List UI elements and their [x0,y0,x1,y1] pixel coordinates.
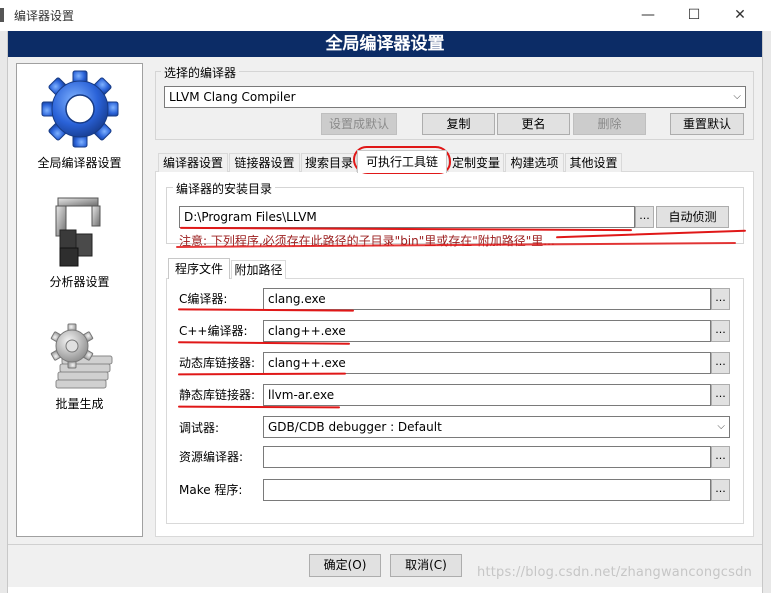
tab-custom-variables[interactable]: 定制变量 [448,153,504,172]
app-icon [0,8,4,22]
nav-label: 批量生成 [55,397,104,411]
rename-button[interactable]: 更名 [497,113,570,135]
delete-button[interactable]: 删除 [573,113,646,135]
dynamic-linker-browse-button[interactable]: ... [711,352,730,374]
background-window-edge-left [0,31,8,593]
dynamic-linker-label: 动态库链接器: [179,356,256,370]
tab-search-directories[interactable]: 搜索目录 [301,153,357,172]
minimize-button[interactable]: — [625,0,671,31]
debugger-dropdown-value: GDB/CDB debugger : Default [268,420,442,434]
debugger-label: 调试器: [179,421,220,435]
set-default-button[interactable]: 设置成默认 [321,113,397,135]
install-dir-group-title: 编译器的安装目录 [173,180,276,197]
nav-item-profiler[interactable]: 分析器设置 [17,190,142,290]
nav-label: 全局编译器设置 [37,156,122,170]
ok-button[interactable]: 确定(O) [309,554,381,577]
cpp-compiler-label: C++编译器: [179,324,248,338]
compiler-dropdown-value: LLVM Clang Compiler [169,90,296,104]
dynamic-linker-input[interactable]: clang++.exe [263,352,711,374]
dialog-header-title: 全局编译器设置 [8,31,762,57]
resource-compiler-input[interactable] [263,446,711,468]
window-title: 编译器设置 [14,9,75,23]
compiler-select-group-title: 选择的编译器 [161,64,240,81]
make-program-input[interactable] [263,479,711,501]
compiler-dropdown[interactable]: LLVM Clang Compiler ⌵ [164,86,746,108]
tab-other-settings[interactable]: 其他设置 [565,153,622,172]
maximize-button[interactable]: ☐ [671,0,717,31]
watermark: https://blog.csdn.net/zhangwancongcsdn [477,565,753,580]
footer-divider [8,544,762,545]
install-dir-input[interactable]: D:\Program Files\LLVM [179,206,635,228]
static-linker-input[interactable]: llvm-ar.exe [263,384,711,406]
nav-item-global-compiler[interactable]: 全局编译器设置 [17,67,142,171]
reset-defaults-button[interactable]: 重置默认 [670,113,744,135]
nav-item-batch-build[interactable]: 批量生成 [17,320,142,412]
window-titlebar[interactable]: 编译器设置 — ☐ ✕ [0,0,771,31]
install-dir-browse-button[interactable]: ... [635,206,654,228]
batch-build-gear-icon [50,323,112,389]
gear-icon [41,70,118,148]
static-linker-label: 静态库链接器: [179,388,256,402]
c-compiler-label: C编译器: [179,292,228,306]
static-linker-browse-button[interactable]: ... [711,384,730,406]
debugger-tools-icon [55,197,100,267]
make-program-label: Make 程序: [179,483,243,497]
tab-build-options[interactable]: 构建选项 [505,153,564,172]
cpp-compiler-input[interactable]: clang++.exe [263,320,711,342]
tab-toolchain-executables[interactable]: 可执行工具链 [357,150,447,173]
close-button[interactable]: ✕ [717,0,763,31]
auto-detect-button[interactable]: 自动侦测 [656,206,729,228]
background-window-edge-right [762,31,771,593]
tab-compiler-settings[interactable]: 编译器设置 [158,153,228,172]
resource-compiler-label: 资源编译器: [179,450,244,464]
debugger-dropdown[interactable]: GDB/CDB debugger : Default ⌵ [263,416,730,438]
copy-button[interactable]: 复制 [422,113,495,135]
cpp-compiler-browse-button[interactable]: ... [711,320,730,342]
nav-label: 分析器设置 [49,275,110,289]
chevron-down-icon: ⌵ [733,91,741,102]
make-program-browse-button[interactable]: ... [711,479,730,501]
c-compiler-input[interactable]: clang.exe [263,288,711,310]
subtab-extra-paths[interactable]: 附加路径 [231,260,286,279]
resource-compiler-browse-button[interactable]: ... [711,446,730,468]
chevron-down-icon: ⌵ [717,421,725,432]
c-compiler-browse-button[interactable]: ... [711,288,730,310]
tab-linker-settings[interactable]: 链接器设置 [229,153,300,172]
cancel-button[interactable]: 取消(C) [390,554,462,577]
subtab-program-files[interactable]: 程序文件 [168,258,230,279]
